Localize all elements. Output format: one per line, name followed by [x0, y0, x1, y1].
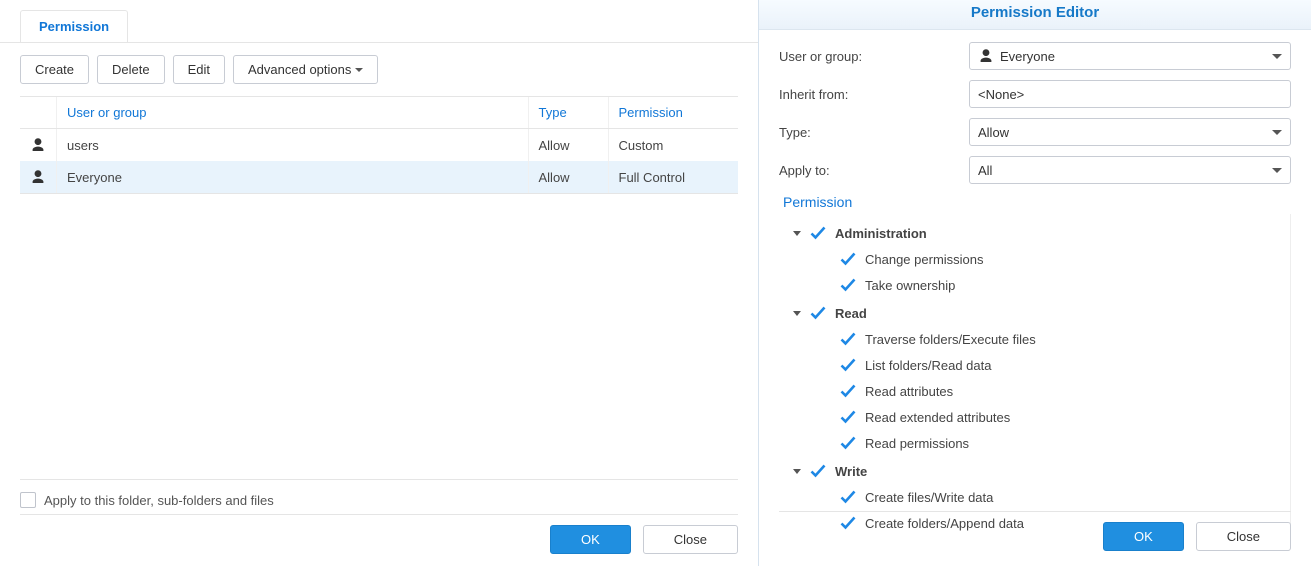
tree-item-label: Change permissions	[865, 252, 984, 267]
apply-checkbox[interactable]	[20, 492, 36, 508]
table-row[interactable]: usersAllowCustom	[20, 129, 738, 162]
tab-bar: Permission	[0, 0, 758, 43]
cell-type: Allow	[528, 161, 608, 193]
user-icon	[30, 137, 46, 153]
check-icon[interactable]	[839, 250, 857, 268]
tree-item[interactable]: Read permissions	[793, 430, 1290, 456]
type-select[interactable]: Allow	[969, 118, 1291, 146]
check-icon[interactable]	[839, 408, 857, 426]
close-button[interactable]: Close	[643, 525, 738, 554]
tree-item-label: Read extended attributes	[865, 410, 1010, 425]
editor-body: User or group: Everyone Inherit from: <N	[759, 30, 1311, 536]
permission-panel: Permission Create Delete Edit Advanced o…	[0, 0, 759, 566]
permission-section-label: Permission	[783, 194, 1291, 210]
permission-editor-panel: Permission Editor User or group: Everyon…	[759, 0, 1311, 566]
tree-item[interactable]: Read attributes	[793, 378, 1290, 404]
apply-row: Apply to this folder, sub-folders and fi…	[20, 479, 738, 508]
apply-label: Apply to this folder, sub-folders and fi…	[44, 493, 274, 508]
cell-user: users	[57, 129, 529, 162]
check-icon[interactable]	[839, 330, 857, 348]
tree-item-label: Traverse folders/Execute files	[865, 332, 1036, 347]
check-icon[interactable]	[839, 434, 857, 452]
advanced-options-label: Advanced options	[248, 62, 351, 77]
permission-tree[interactable]: Administration Change permissions Take own…	[779, 214, 1291, 536]
tree-group-label: Administration	[835, 226, 927, 241]
cell-permission: Full Control	[608, 161, 738, 193]
permission-table-wrap: User or group Type Permission usersAllow…	[20, 96, 738, 194]
col-icon	[20, 97, 57, 129]
tree-item-label: Create files/Write data	[865, 490, 993, 505]
type-label: Type:	[779, 125, 969, 140]
left-footer: OK Close	[20, 514, 738, 554]
close-button[interactable]: Close	[1196, 522, 1291, 551]
applyto-label: Apply to:	[779, 163, 969, 178]
edit-button[interactable]: Edit	[173, 55, 225, 84]
col-type[interactable]: Type	[528, 97, 608, 129]
chevron-down-icon	[1272, 168, 1282, 173]
permission-table: User or group Type Permission usersAllow…	[20, 97, 738, 193]
check-icon[interactable]	[839, 382, 857, 400]
table-row[interactable]: EveryoneAllowFull Control	[20, 161, 738, 193]
cell-user: Everyone	[57, 161, 529, 193]
tree-group: Read Traverse folders/Execute files List f…	[793, 300, 1290, 456]
check-icon[interactable]	[809, 304, 827, 322]
check-icon[interactable]	[809, 224, 827, 242]
check-icon[interactable]	[839, 276, 857, 294]
tree-item[interactable]: Read extended attributes	[793, 404, 1290, 430]
tree-group-header[interactable]: Write	[793, 458, 1290, 484]
right-footer: OK Close	[779, 511, 1291, 551]
tree-group: Administration Change permissions Take own…	[793, 220, 1290, 298]
tree-item-label: Read permissions	[865, 436, 969, 451]
tree-item[interactable]: Take ownership	[793, 272, 1290, 298]
tree-item[interactable]: Change permissions	[793, 246, 1290, 272]
tree-group-header[interactable]: Administration	[793, 220, 1290, 246]
inherit-input[interactable]: <None>	[969, 80, 1291, 108]
chevron-down-icon	[1272, 130, 1282, 135]
expander-icon[interactable]	[793, 469, 801, 474]
tree-item-label: Take ownership	[865, 278, 955, 293]
applyto-value: All	[978, 163, 992, 178]
check-icon[interactable]	[839, 356, 857, 374]
tree-item-label: List folders/Read data	[865, 358, 991, 373]
tree-item[interactable]: List folders/Read data	[793, 352, 1290, 378]
chevron-down-icon	[1272, 54, 1282, 59]
applyto-select[interactable]: All	[969, 156, 1291, 184]
expander-icon[interactable]	[793, 311, 801, 316]
tree-item[interactable]: Traverse folders/Execute files	[793, 326, 1290, 352]
chevron-down-icon	[355, 68, 363, 72]
user-select[interactable]: Everyone	[969, 42, 1291, 70]
cell-type: Allow	[528, 129, 608, 162]
toolbar: Create Delete Edit Advanced options	[0, 43, 758, 96]
create-button[interactable]: Create	[20, 55, 89, 84]
cell-permission: Custom	[608, 129, 738, 162]
check-icon[interactable]	[809, 462, 827, 480]
tab-permission[interactable]: Permission	[20, 10, 128, 42]
ok-button[interactable]: OK	[1103, 522, 1184, 551]
user-icon	[30, 169, 46, 185]
col-permission[interactable]: Permission	[608, 97, 738, 129]
advanced-options-button[interactable]: Advanced options	[233, 55, 378, 84]
type-value: Allow	[978, 125, 1009, 140]
col-user[interactable]: User or group	[57, 97, 529, 129]
inherit-label: Inherit from:	[779, 87, 969, 102]
user-value: Everyone	[1000, 49, 1055, 64]
delete-button[interactable]: Delete	[97, 55, 165, 84]
check-icon[interactable]	[839, 488, 857, 506]
tree-group-label: Write	[835, 464, 867, 479]
user-icon	[978, 48, 994, 64]
tree-group-header[interactable]: Read	[793, 300, 1290, 326]
inherit-value: <None>	[978, 87, 1024, 102]
expander-icon[interactable]	[793, 231, 801, 236]
editor-title: Permission Editor	[759, 0, 1311, 30]
ok-button[interactable]: OK	[550, 525, 631, 554]
user-label: User or group:	[779, 49, 969, 64]
tree-item[interactable]: Create files/Write data	[793, 484, 1290, 510]
tree-group-label: Read	[835, 306, 867, 321]
tree-item-label: Read attributes	[865, 384, 953, 399]
